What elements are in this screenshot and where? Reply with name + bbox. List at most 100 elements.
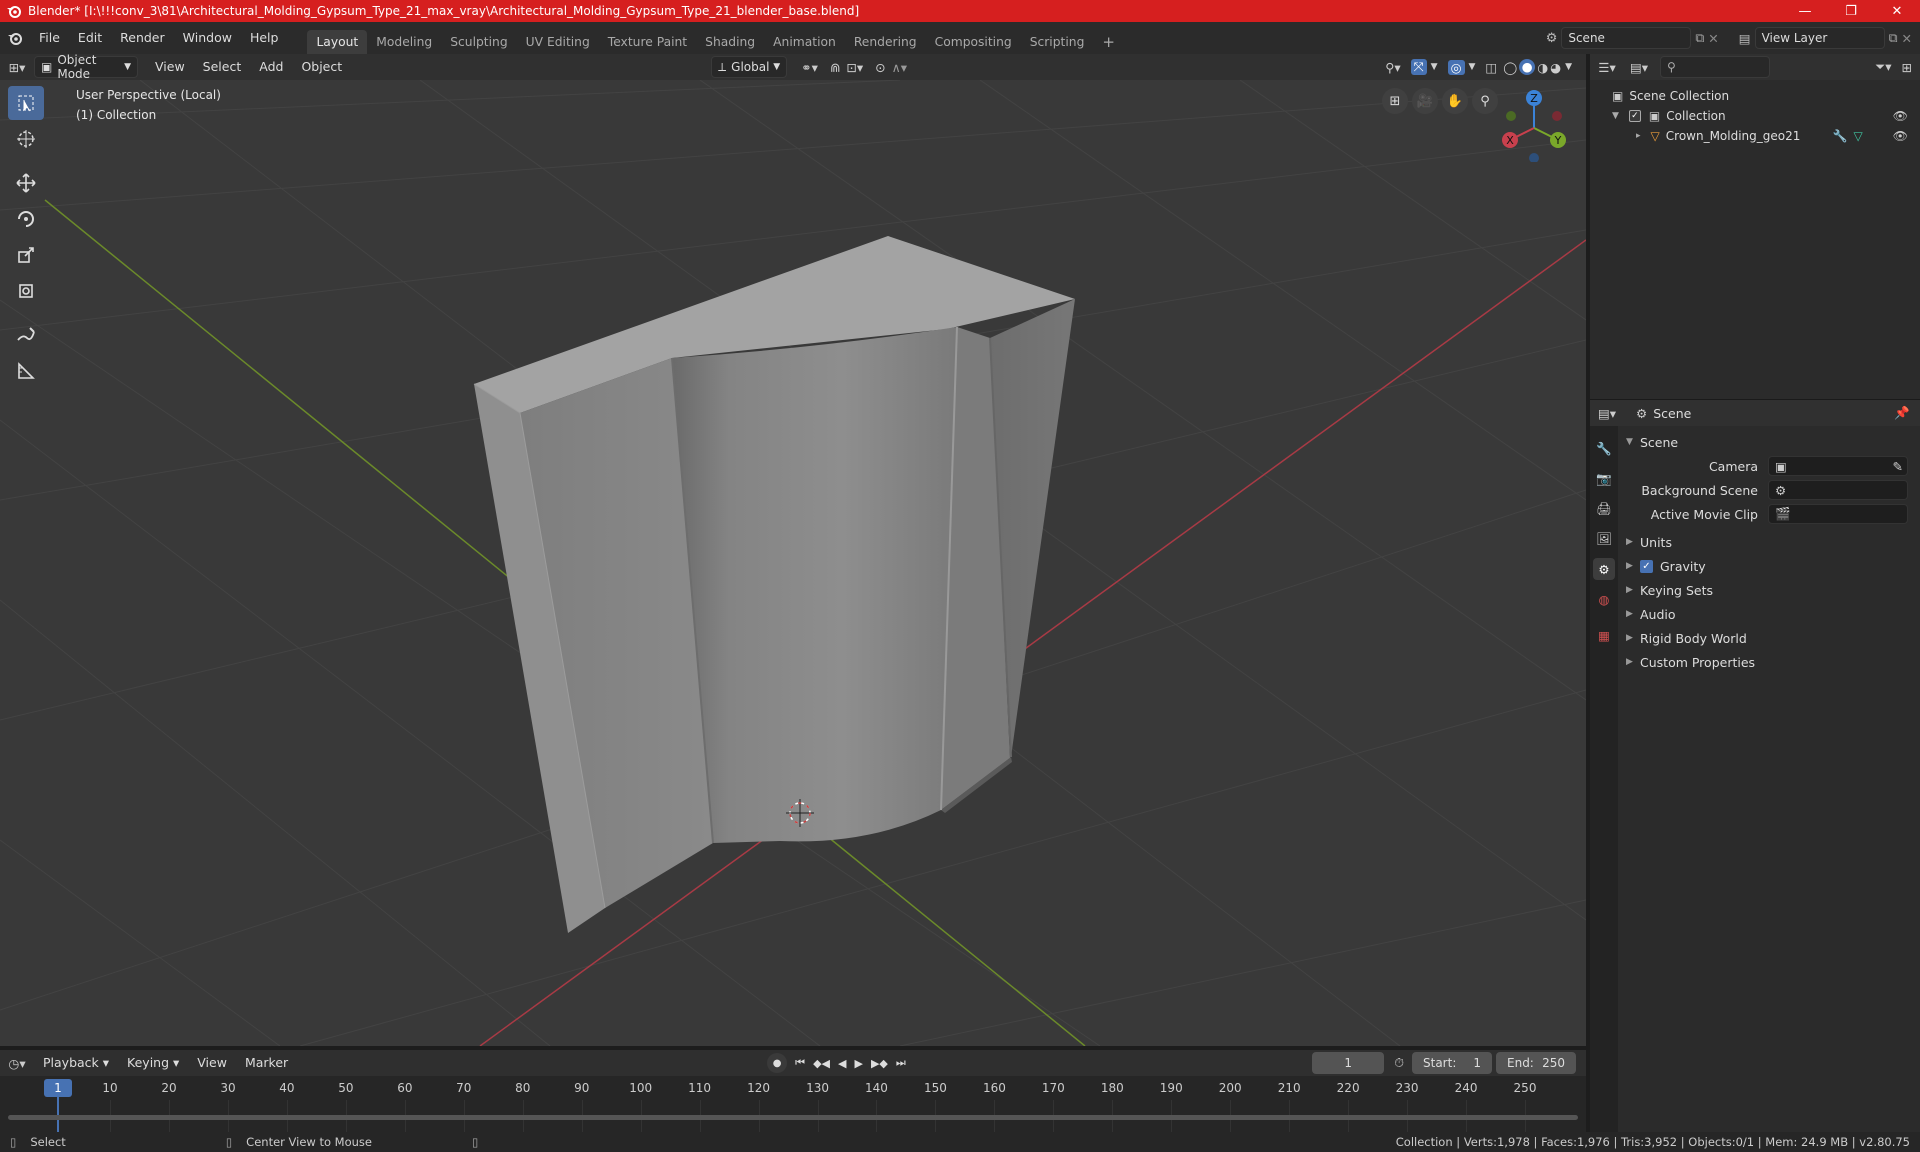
tool-tab-icon[interactable]: 🔧 — [1593, 438, 1615, 460]
editor-type-icon[interactable]: ⊞▾ — [0, 60, 34, 75]
rotate-tool[interactable] — [8, 202, 44, 236]
proportional-edit-icon[interactable]: ⊙ — [875, 60, 885, 75]
tab-modeling[interactable]: Modeling — [367, 30, 441, 54]
play-icon[interactable]: ▶ — [854, 1057, 862, 1070]
menu-help[interactable]: Help — [241, 22, 288, 54]
pin-icon[interactable]: 📌 — [1894, 405, 1910, 421]
solid-shading-icon[interactable]: ● — [1519, 59, 1536, 75]
chevron-down-icon[interactable]: ▼ — [1469, 62, 1476, 72]
menu-render[interactable]: Render — [111, 22, 174, 54]
viewport-menu-select[interactable]: Select — [194, 54, 251, 80]
tab-texture-paint[interactable]: Texture Paint — [599, 30, 696, 54]
new-view-layer-icon[interactable]: ⧉ — [1889, 30, 1898, 46]
new-collection-icon[interactable]: ⊞ — [1902, 60, 1912, 75]
gravity-section[interactable]: ▶ ✓ Gravity — [1618, 554, 1920, 578]
eyedropper-icon[interactable]: ✎ — [1893, 459, 1903, 474]
tab-layout[interactable]: Layout — [307, 30, 368, 54]
next-keyframe-icon[interactable]: ▶◆ — [871, 1057, 888, 1070]
viewport-menu-object[interactable]: Object — [292, 54, 351, 80]
tab-shading[interactable]: Shading — [696, 30, 764, 54]
grid-view-icon[interactable]: ⊞ — [1382, 88, 1408, 114]
falloff-icon[interactable]: ∧▾ — [892, 60, 907, 75]
world-tab-icon[interactable]: ◍ — [1593, 588, 1615, 610]
xray-icon[interactable]: ◫ — [1485, 60, 1497, 75]
timeline-menu-view[interactable]: View — [188, 1050, 236, 1076]
display-mode-icon[interactable]: ▤▾ — [1624, 60, 1654, 75]
pan-hand-icon[interactable]: ✋ — [1442, 88, 1468, 114]
move-tool[interactable] — [8, 166, 44, 200]
menu-edit[interactable]: Edit — [69, 22, 111, 54]
record-icon[interactable]: ● — [767, 1053, 788, 1073]
gizmo-toggle-icon[interactable]: ⤧ — [1410, 59, 1427, 75]
rendered-shading-icon[interactable]: ◕ — [1550, 60, 1561, 75]
scene-section-header[interactable]: ▼ Scene — [1618, 430, 1920, 454]
tab-uv-editing[interactable]: UV Editing — [517, 30, 599, 54]
transform-orientation-selector[interactable]: ⟂ Global ▼ — [711, 56, 788, 78]
collection-checkbox[interactable]: ✓ — [1628, 110, 1641, 122]
stopwatch-icon[interactable]: ⏱ — [1394, 1055, 1404, 1071]
viewport-menu-add[interactable]: Add — [250, 54, 292, 80]
playhead-frame-label[interactable]: 1 — [44, 1079, 72, 1097]
timeline-editor-type-icon[interactable]: ◷▾ — [0, 1056, 34, 1071]
menu-window[interactable]: Window — [174, 22, 241, 54]
prev-keyframe-icon[interactable]: ◆◀ — [813, 1057, 830, 1070]
jump-start-icon[interactable]: ⏮ — [795, 1056, 805, 1070]
units-section[interactable]: ▶ Units — [1618, 530, 1920, 554]
timeline-menu-playback[interactable]: Playback ▾ — [34, 1050, 118, 1076]
properties-editor-type-icon[interactable]: ▤▾ — [1590, 406, 1624, 421]
camera-field[interactable]: ▣ ✎ — [1768, 456, 1908, 476]
3d-viewport[interactable]: User Perspective (Local) (1) Collection … — [0, 80, 1586, 1046]
timeline-menu-marker[interactable]: Marker — [236, 1050, 297, 1076]
overlay-toggle-icon[interactable]: ◎ — [1447, 59, 1465, 75]
material-shading-icon[interactable]: ◑ — [1537, 60, 1548, 75]
pivot-icon[interactable]: ⚭▾ — [801, 60, 818, 75]
timeline-menu-keying[interactable]: Keying ▾ — [118, 1050, 188, 1076]
new-scene-icon[interactable]: ⧉ — [1695, 30, 1704, 46]
close-button[interactable]: ✕ — [1874, 4, 1920, 19]
tab-animation[interactable]: Animation — [764, 30, 845, 54]
tab-rendering[interactable]: Rendering — [845, 30, 926, 54]
view-layer-selector[interactable]: View Layer — [1754, 27, 1885, 49]
annotate-tool[interactable] — [8, 318, 44, 352]
outliner-search-input[interactable]: ⚲ — [1660, 56, 1770, 78]
current-frame-field[interactable]: 1 — [1312, 1052, 1385, 1074]
jump-end-icon[interactable]: ⏭ — [896, 1056, 906, 1070]
delete-scene-icon[interactable]: ✕ — [1708, 31, 1718, 46]
scene-icon[interactable]: ⚙ — [1546, 31, 1558, 46]
timeline-frames[interactable]: 10 20 30 40 50 60 70 80 90 100 110 120 130 140 150 160 1… — [0, 1076, 1586, 1132]
chevron-down-icon[interactable]: ▼ — [1565, 62, 1572, 72]
tab-compositing[interactable]: Compositing — [926, 30, 1021, 54]
minimize-button[interactable]: — — [1782, 4, 1828, 19]
end-frame-field[interactable]: End: 250 — [1496, 1052, 1576, 1074]
camera-view-icon[interactable]: 🎥 — [1412, 88, 1438, 114]
transform-tool[interactable] — [8, 274, 44, 308]
expand-arrow-icon[interactable]: ▸ — [1636, 131, 1641, 141]
texture-tab-icon[interactable]: ▦ — [1593, 624, 1615, 646]
outliner-item-collection[interactable]: ▼ ✓ ▣ Collection 👁 — [1590, 106, 1920, 126]
scene-selector[interactable]: Scene — [1561, 27, 1692, 49]
output-tab-icon[interactable]: 🖨 — [1593, 498, 1615, 520]
viewport-menu-view[interactable]: View — [146, 54, 194, 80]
blender-menu-icon[interactable] — [0, 31, 30, 45]
movie-clip-field[interactable]: 🎬 — [1768, 504, 1908, 524]
tab-sculpting[interactable]: Sculpting — [441, 30, 516, 54]
modifier-wrench-icon[interactable]: 🔧 — [1833, 129, 1848, 143]
mesh-data-icon[interactable]: ▽ — [1854, 129, 1863, 143]
playhead[interactable] — [57, 1094, 59, 1132]
render-tab-icon[interactable]: 📷 — [1593, 468, 1615, 490]
rigid-body-world-section[interactable]: ▶ Rigid Body World — [1618, 626, 1920, 650]
background-scene-field[interactable]: ⚙ — [1768, 480, 1908, 500]
menu-file[interactable]: File — [30, 22, 69, 54]
eye-icon[interactable]: 👁 — [1893, 109, 1908, 123]
eye-icon[interactable]: 👁 — [1893, 129, 1908, 143]
custom-properties-section[interactable]: ▶ Custom Properties — [1618, 650, 1920, 674]
maximize-button[interactable]: ❐ — [1828, 4, 1874, 19]
outliner-item-crown-molding[interactable]: ▸ ▽ Crown_Molding_geo21 🔧 ▽ 👁 — [1590, 126, 1920, 146]
gravity-checkbox[interactable]: ✓ — [1640, 559, 1653, 573]
axis-navigation-gizmo[interactable]: Z Y X — [1494, 86, 1570, 162]
scene-tab-icon[interactable]: ⚙ — [1593, 558, 1615, 580]
start-frame-field[interactable]: Start: 1 — [1412, 1052, 1492, 1074]
select-box-tool[interactable] — [8, 86, 44, 120]
mode-selector[interactable]: ▣ Object Mode ▼ — [34, 53, 138, 81]
scale-tool[interactable] — [8, 238, 44, 272]
